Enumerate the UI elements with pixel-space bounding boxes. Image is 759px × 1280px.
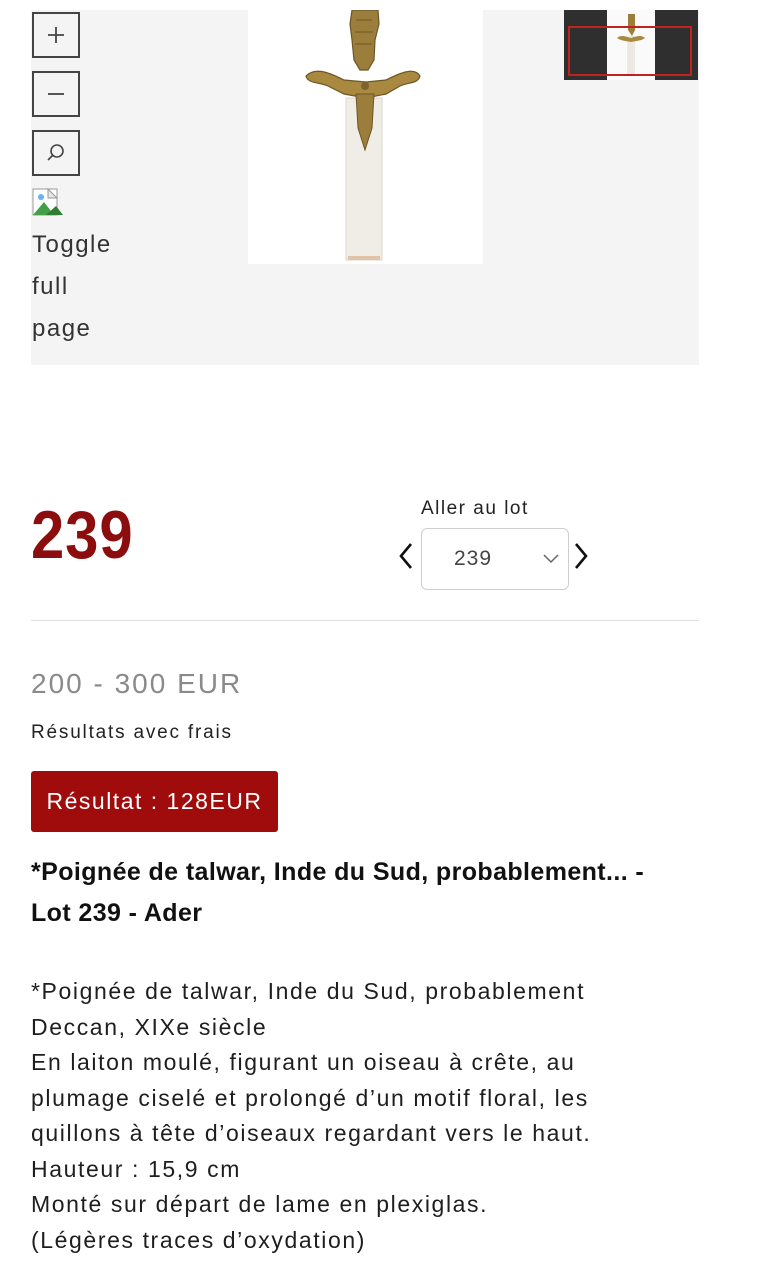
description-line: Monté sur départ de lame en plexiglas.	[31, 1191, 489, 1217]
goto-lot-label: Aller au lot	[421, 498, 529, 519]
description-line: Deccan, XIXe siècle	[31, 1013, 268, 1040]
lot-title: *Poignée de talwar, Inde du Sud, probabl…	[31, 852, 701, 934]
minus-icon	[48, 93, 64, 95]
plus-icon	[48, 27, 64, 43]
toggle-line: full	[32, 273, 69, 300]
thumbnail-item[interactable]	[564, 10, 698, 80]
chevron-down-icon	[543, 554, 559, 564]
estimate-range: 200 - 300 EUR	[31, 668, 243, 699]
thumbnail-viewport-frame	[568, 26, 692, 76]
zoom-in-button[interactable]	[32, 12, 80, 58]
previous-lot-button[interactable]	[396, 539, 416, 573]
lot-description: *Poignée de talwar, Inde du Sud, probabl…	[31, 974, 731, 1258]
result-badge: Résultat : 128EUR	[31, 771, 278, 832]
result-label: Résultat : 128EUR	[46, 788, 263, 814]
description-line: quillons à tête d’oiseaux regardant vers…	[31, 1120, 592, 1146]
toggle-full-page-link[interactable]: Toggle full page	[32, 224, 132, 350]
lot-select[interactable]: 239	[421, 528, 569, 590]
lot-title-line: Lot 239 - Ader	[31, 899, 203, 927]
description-line: (Légères traces d’oxydation)	[31, 1226, 367, 1253]
lot-select-value: 239	[454, 547, 493, 570]
section-divider	[31, 620, 699, 621]
chevron-left-icon	[399, 543, 412, 569]
talwar-hilt-image	[248, 10, 483, 264]
description-line: Hauteur : 15,9 cm	[31, 1155, 242, 1182]
description-line: plumage ciselé et prolongé d’un motif fl…	[31, 1084, 589, 1111]
broken-image-icon	[32, 188, 63, 216]
description-line: *Poignée de talwar, Inde du Sud, probabl…	[31, 978, 586, 1004]
lot-number: 239	[31, 497, 134, 573]
image-viewer: Toggle full page	[31, 10, 699, 365]
toggle-line: page	[32, 315, 92, 342]
fees-note: Résultats avec frais	[31, 722, 233, 743]
next-lot-button[interactable]	[571, 539, 591, 573]
description-line: En laiton moulé, figurant un oiseau à cr…	[31, 1049, 576, 1075]
lot-main-image[interactable]	[248, 10, 483, 264]
lot-title-line: *Poignée de talwar, Inde du Sud, probabl…	[31, 858, 645, 886]
zoom-search-button[interactable]	[32, 130, 80, 176]
search-icon	[47, 144, 64, 161]
zoom-out-button[interactable]	[32, 71, 80, 117]
chevron-right-icon	[575, 543, 588, 569]
toggle-line: Toggle	[32, 231, 112, 258]
